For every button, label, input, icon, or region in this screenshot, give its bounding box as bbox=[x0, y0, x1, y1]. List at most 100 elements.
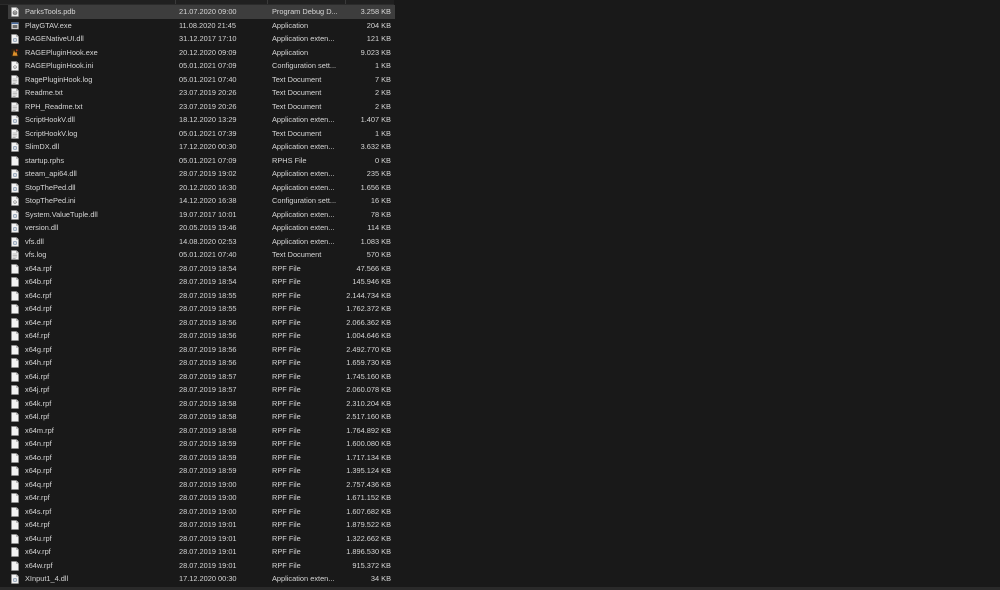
file-row[interactable]: RAGEPluginHook.ini 05.01.2021 07:09 Config… bbox=[8, 59, 395, 73]
file-type: RPF File bbox=[272, 290, 301, 300]
file-row[interactable]: x64q.rpf 28.07.2019 19:00 RPF File 2.757.43… bbox=[8, 478, 395, 492]
file-row[interactable]: ParksTools.pdb 21.07.2020 09:00 Program De… bbox=[8, 5, 395, 19]
file-row[interactable]: version.dll 20.05.2019 19:46 Application e… bbox=[8, 221, 395, 235]
file-name: startup.rphs bbox=[25, 155, 65, 165]
file-row[interactable]: x64h.rpf 28.07.2019 18:56 RPF File 1.659.73… bbox=[8, 356, 395, 370]
file-row[interactable]: RAGEPluginHook.exe 20.12.2020 09:09 Applic… bbox=[8, 46, 395, 60]
file-date-modified: 28.07.2019 19:00 bbox=[179, 506, 237, 516]
file-row[interactable]: x64s.rpf 28.07.2019 19:00 RPF File 1.607.68… bbox=[8, 505, 395, 519]
pdb-file-icon bbox=[11, 7, 19, 17]
blank-file-icon bbox=[11, 398, 19, 409]
file-date-modified: 28.07.2019 18:54 bbox=[179, 277, 237, 286]
file-row[interactable]: x64p.rpf 28.07.2019 18:59 RPF File 1.395.12… bbox=[8, 464, 395, 478]
file-type: Application exten... bbox=[272, 142, 335, 151]
file-date-modified: 05.01.2021 07:40 bbox=[179, 250, 237, 259]
file-name: x64p.rpf bbox=[25, 466, 52, 475]
file-name: RagePluginHook.log bbox=[25, 74, 93, 84]
file-size: 204 KB bbox=[366, 20, 391, 30]
file-row[interactable]: x64j.rpf 28.07.2019 18:57 RPF File 2.060.07… bbox=[8, 383, 395, 397]
file-row[interactable]: vfs.dll 14.08.2020 02:53 Application exten… bbox=[8, 235, 395, 249]
file-row[interactable]: ScriptHookV.dll 18.12.2020 13:29 Applicati… bbox=[8, 113, 395, 127]
blank-file-icon bbox=[11, 371, 19, 382]
blank-file-icon bbox=[11, 533, 19, 544]
blank-file-icon bbox=[11, 412, 19, 422]
ini-file-icon bbox=[11, 196, 19, 206]
file-row[interactable]: x64u.rpf 28.07.2019 19:01 RPF File 1.322.66… bbox=[8, 532, 395, 546]
file-list: ParksTools.pdb 21.07.2020 09:00 Program De… bbox=[8, 5, 395, 586]
file-date-modified: 28.07.2019 18:59 bbox=[179, 466, 237, 475]
file-row[interactable]: startup.rphs 05.01.2021 07:09 RPHS File 0 K… bbox=[8, 154, 395, 168]
file-date-modified: 05.01.2021 07:09 bbox=[179, 61, 237, 70]
file-row[interactable]: x64g.rpf 28.07.2019 18:56 RPF File 2.492.77… bbox=[8, 343, 395, 357]
file-row[interactable]: SlimDX.dll 17.12.2020 00:30 Application ex… bbox=[8, 140, 395, 154]
blank-file-icon bbox=[11, 560, 19, 571]
file-type: Application bbox=[272, 47, 309, 57]
file-row[interactable]: System.ValueTuple.dll 19.07.2017 10:01 App… bbox=[8, 208, 395, 222]
file-row[interactable]: RagePluginHook.log 05.01.2021 07:40 Text D… bbox=[8, 73, 395, 87]
file-row[interactable]: ScriptHookV.log 05.01.2021 07:39 Text Docu… bbox=[8, 127, 395, 141]
file-row[interactable]: RAGENativeUI.dll 31.12.2017 17:10 Applicat… bbox=[8, 32, 395, 46]
file-row[interactable]: x64o.rpf 28.07.2019 18:59 RPF File 1.717.13… bbox=[8, 451, 395, 465]
file-name: x64n.rpf bbox=[25, 439, 52, 448]
blank-file-icon bbox=[11, 439, 19, 449]
file-name: steam_api64.dll bbox=[25, 169, 77, 178]
file-row[interactable]: x64t.rpf 28.07.2019 19:01 RPF File 1.879.52… bbox=[8, 518, 395, 532]
file-size: 1.762.372 KB bbox=[346, 304, 391, 313]
file-size: 2.517.160 KB bbox=[346, 412, 391, 421]
file-name: x64m.rpf bbox=[25, 425, 54, 435]
file-size: 16 KB bbox=[370, 196, 391, 205]
column-divider[interactable] bbox=[175, 0, 176, 4]
file-row[interactable]: x64e.rpf 28.07.2019 18:56 RPF File 2.066.36… bbox=[8, 316, 395, 330]
column-divider[interactable] bbox=[267, 0, 268, 4]
file-date-modified: 28.07.2019 18:56 bbox=[179, 331, 237, 340]
file-date-modified: 28.07.2019 18:55 bbox=[179, 304, 237, 313]
file-date-modified: 19.07.2017 10:01 bbox=[179, 209, 237, 219]
file-name: x64b.rpf bbox=[25, 277, 52, 286]
file-name: PlayGTAV.exe bbox=[25, 20, 72, 30]
file-row[interactable]: x64v.rpf 28.07.2019 19:01 RPF File 1.896.53… bbox=[8, 545, 395, 559]
file-row[interactable]: x64c.rpf 28.07.2019 18:55 RPF File 2.144.73… bbox=[8, 289, 395, 303]
file-type: RPF File bbox=[272, 344, 301, 354]
blank-file-icon bbox=[11, 290, 19, 301]
file-row[interactable]: x64r.rpf 28.07.2019 19:00 RPF File 1.671.15… bbox=[8, 491, 395, 505]
blank-file-icon bbox=[11, 493, 19, 503]
ragepluginhook-app-icon bbox=[11, 48, 19, 58]
file-row[interactable]: x64b.rpf 28.07.2019 18:54 RPF File 145.946 … bbox=[8, 275, 395, 289]
file-row[interactable]: Readme.txt 23.07.2019 20:26 Text Document 2… bbox=[8, 86, 395, 100]
file-row[interactable]: x64d.rpf 28.07.2019 18:55 RPF File 1.762.37… bbox=[8, 302, 395, 316]
file-type: Text Document bbox=[272, 88, 322, 97]
file-row[interactable]: RPH_Readme.txt 23.07.2019 20:26 Text Docum… bbox=[8, 100, 395, 114]
blank-file-icon bbox=[11, 479, 19, 490]
column-divider[interactable] bbox=[345, 0, 346, 4]
file-size: 1 KB bbox=[374, 128, 391, 138]
file-size: 3.258 KB bbox=[360, 7, 391, 16]
file-row[interactable]: x64k.rpf 28.07.2019 18:58 RPF File 2.310.20… bbox=[8, 397, 395, 411]
file-size: 1.659.730 KB bbox=[346, 358, 391, 367]
file-size: 1.879.522 KB bbox=[346, 520, 391, 529]
blank-file-icon bbox=[11, 385, 19, 395]
file-row[interactable]: steam_api64.dll 28.07.2019 19:02 Applicati… bbox=[8, 167, 395, 181]
file-row[interactable]: StopThePed.dll 20.12.2020 16:30 Applicatio… bbox=[8, 181, 395, 195]
file-row[interactable]: StopThePed.ini 14.12.2020 16:38 Configurat… bbox=[8, 194, 395, 208]
file-row[interactable]: x64w.rpf 28.07.2019 19:01 RPF File 915.372 … bbox=[8, 559, 395, 573]
blank-file-icon bbox=[11, 466, 19, 476]
file-row[interactable]: x64n.rpf 28.07.2019 18:59 RPF File 1.600.08… bbox=[8, 437, 395, 451]
file-date-modified: 14.08.2020 02:53 bbox=[179, 236, 237, 246]
file-date-modified: 28.07.2019 18:58 bbox=[179, 425, 237, 435]
file-row[interactable]: x64f.rpf 28.07.2019 18:56 RPF File 1.004.64… bbox=[8, 329, 395, 343]
file-row[interactable]: vfs.log 05.01.2021 07:40 Text Document 570 … bbox=[8, 248, 395, 262]
file-date-modified: 20.12.2020 09:09 bbox=[179, 47, 237, 57]
file-row[interactable]: x64a.rpf 28.07.2019 18:54 RPF File 47.566 K… bbox=[8, 262, 395, 276]
file-row[interactable]: x64m.rpf 28.07.2019 18:58 RPF File 1.764.89… bbox=[8, 424, 395, 438]
file-name: x64c.rpf bbox=[25, 290, 52, 300]
file-type: RPHS File bbox=[272, 155, 307, 165]
file-size: 1.322.662 KB bbox=[346, 533, 391, 543]
file-row[interactable]: x64i.rpf 28.07.2019 18:57 RPF File 1.745.16… bbox=[8, 370, 395, 384]
file-size: 7 KB bbox=[374, 74, 391, 84]
file-row[interactable]: XInput1_4.dll 17.12.2020 00:30 Application… bbox=[8, 572, 395, 586]
file-row[interactable]: PlayGTAV.exe 11.08.2020 21:45 Application 2… bbox=[8, 19, 395, 33]
blank-file-icon bbox=[11, 155, 19, 166]
blank-file-icon bbox=[11, 277, 19, 287]
file-row[interactable]: x64l.rpf 28.07.2019 18:58 RPF File 2.517.16… bbox=[8, 410, 395, 424]
file-name: XInput1_4.dll bbox=[25, 574, 69, 583]
